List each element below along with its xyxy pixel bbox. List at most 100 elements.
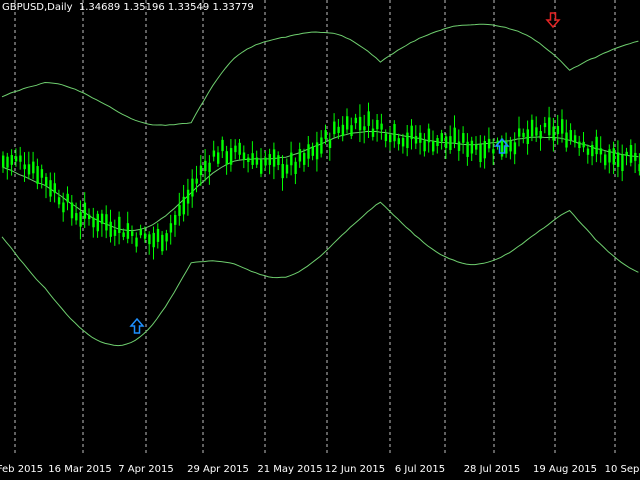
candle-body (449, 136, 452, 150)
candle-body (350, 125, 353, 137)
candle-body (320, 137, 323, 154)
candle-body (212, 150, 216, 157)
candle-body (169, 223, 173, 233)
candle-body (255, 157, 259, 165)
candle-body (14, 156, 18, 162)
candle-body (152, 232, 155, 248)
candle-body (384, 133, 388, 142)
candle-body (148, 234, 151, 245)
price-chart[interactable]: Feb 2015 16 Mar 2015 7 Apr 2015 29 Apr 2015… (0, 0, 640, 480)
candle-body (311, 146, 314, 156)
candle-body (397, 138, 400, 145)
candle-body (333, 121, 336, 135)
candle-body (264, 157, 267, 166)
candle-body (548, 117, 551, 136)
candle-body (113, 229, 117, 236)
date-label: 7 Apr 2015 (118, 464, 173, 475)
candle-body (122, 232, 125, 237)
candle-body (186, 189, 190, 204)
candle-body (487, 138, 491, 149)
candle-body (66, 193, 69, 203)
candle-body (586, 148, 590, 155)
candle-body (109, 221, 112, 237)
candle-body (251, 153, 254, 165)
candle-body (156, 228, 160, 242)
date-label: 29 Apr 2015 (187, 464, 249, 475)
candle-body (88, 214, 91, 220)
candle-body (453, 127, 456, 143)
candle-body (324, 130, 327, 139)
candle-body (277, 155, 280, 165)
candle-body (475, 144, 478, 150)
date-label: 12 Jun 2015 (325, 464, 385, 475)
candle-body (135, 237, 138, 247)
candle-body (367, 111, 370, 126)
candle-body (500, 138, 504, 157)
chart-window[interactable]: Feb 2015 16 Mar 2015 7 Apr 2015 29 Apr 2015… (0, 0, 640, 480)
date-label: 21 May 2015 (257, 464, 322, 475)
candle-body (436, 138, 439, 147)
candle-body (19, 155, 22, 162)
candle-body (337, 126, 340, 134)
date-label: 19 Aug 2015 (533, 464, 597, 475)
candle-body (414, 135, 418, 144)
candle-body (165, 233, 168, 242)
candle-body (204, 160, 207, 172)
candle-body (483, 141, 486, 159)
candle-body (634, 152, 637, 161)
candle-body (543, 123, 547, 128)
candle-body (569, 130, 572, 141)
candle-body (444, 136, 448, 149)
candle-body (191, 178, 194, 197)
candle-body (100, 213, 104, 224)
candle-body (457, 141, 461, 151)
candle-body (247, 157, 250, 162)
candle-body (105, 214, 108, 231)
candle-body (573, 135, 577, 143)
candle-body (479, 144, 482, 163)
candle-body (118, 216, 121, 234)
buy-arrow-icon (129, 317, 145, 334)
date-label: 16 Mar 2015 (48, 464, 111, 475)
candle-body (272, 149, 276, 167)
candle-body (303, 152, 306, 165)
candle-body (131, 231, 134, 236)
candle-body (2, 155, 5, 168)
candle-body (75, 213, 78, 221)
chart-title: GBPUSD,Daily 1.34689 1.35196 1.33549 1.3… (2, 2, 254, 13)
candle-body (229, 148, 233, 165)
candle-body (518, 128, 521, 137)
candle-body (195, 178, 198, 184)
candle-body (354, 117, 357, 124)
envelope-bands (1, 23, 639, 347)
candle-body (32, 161, 35, 174)
candle-body (40, 169, 44, 178)
candle-body (509, 140, 512, 152)
candle-body (625, 151, 628, 156)
candle-body (599, 148, 603, 155)
candle-body (608, 149, 611, 163)
candle-body (376, 119, 379, 130)
candle-body (393, 124, 396, 142)
candle-body (492, 149, 495, 154)
candle-body (389, 134, 392, 143)
candle-body (432, 141, 435, 152)
candle-body (315, 142, 319, 160)
candle-body (70, 202, 74, 219)
candle-body (380, 123, 383, 130)
candle-body (242, 152, 246, 160)
candle-body (260, 159, 263, 174)
candle-body (526, 129, 529, 144)
candle-body (578, 141, 581, 149)
candles (2, 102, 640, 260)
candle-body (57, 197, 61, 205)
candle-body (53, 183, 56, 193)
candle-body (513, 142, 517, 155)
candle-body (629, 145, 633, 163)
signal-arrows (129, 12, 561, 334)
candle-body (234, 145, 237, 153)
candle-body (62, 202, 65, 213)
candle-body (221, 139, 224, 152)
candle-body (83, 202, 87, 219)
candle-body (161, 234, 164, 252)
